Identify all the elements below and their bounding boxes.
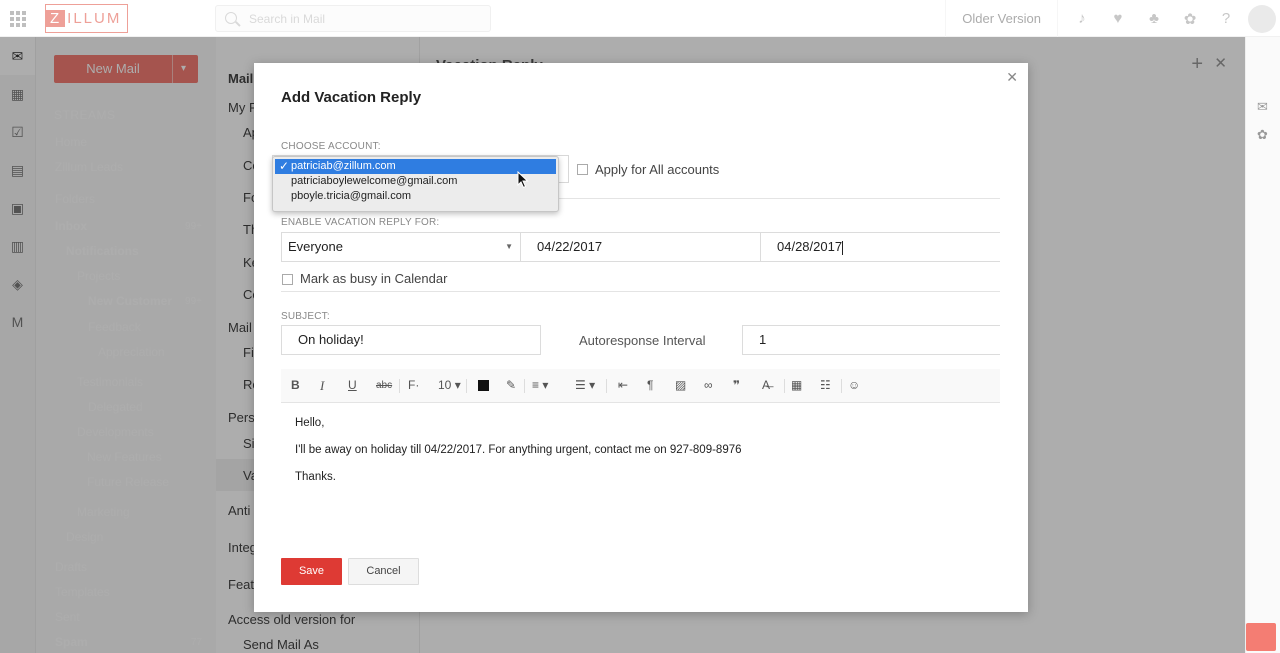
toolbar-separator (841, 379, 842, 393)
mark-busy-label: Mark as busy in Calendar (300, 271, 448, 286)
subject-value: On holiday! (298, 332, 364, 347)
apply-all-label: Apply for All accounts (595, 162, 720, 177)
enable-label: ENABLE VACATION REPLY FOR: (281, 217, 440, 228)
settings-widget-icon[interactable]: ✿ (1257, 127, 1268, 143)
chevron-down-icon: ▼ (505, 242, 513, 251)
chat-icon[interactable] (1246, 623, 1276, 651)
indent-icon[interactable]: ⇤ (618, 378, 628, 392)
account-option[interactable]: patriciaboylewelcome@gmail.com (273, 174, 558, 189)
toolbar-separator (466, 379, 467, 393)
bold-icon[interactable]: B (291, 378, 300, 392)
strikethrough-icon[interactable]: abc (376, 380, 392, 391)
underline-icon[interactable]: U (348, 378, 357, 392)
paragraph-icon[interactable]: ¶ (647, 378, 653, 392)
autoresponse-value: 1 (759, 332, 767, 347)
mark-busy-checkbox[interactable] (282, 274, 293, 285)
from-date-field[interactable]: 04/22/2017 (520, 232, 761, 262)
close-icon[interactable]: ✕ (1006, 69, 1018, 86)
italic-icon[interactable]: I (320, 378, 324, 394)
checkmark-icon: ✓ (279, 159, 290, 173)
text-caret (842, 240, 844, 255)
account-option-label: patriciaboylewelcome@gmail.com (291, 175, 458, 187)
toolbar-separator (399, 379, 400, 393)
audience-value: Everyone (288, 239, 343, 254)
autoresponse-input[interactable]: 1 (742, 325, 1000, 355)
from-date-value: 04/22/2017 (537, 239, 603, 254)
subject-input[interactable]: On holiday! (281, 325, 541, 355)
toolbar-separator (524, 379, 525, 393)
clear-format-icon[interactable]: A̶ (762, 378, 770, 392)
dialog-title: Add Vacation Reply (281, 89, 422, 106)
checklist-icon[interactable]: ☷ (820, 378, 831, 392)
editor-toolbar: B I U abc F· 10 ▾ ✎ ≡ ▾ ☰ ▾ ⇤ ¶ ▨ ∞ ❞ A̶… (281, 369, 1000, 403)
font-size-select[interactable]: 10 ▾ (438, 378, 461, 392)
image-icon[interactable]: ▨ (675, 378, 686, 392)
link-icon[interactable]: ∞ (704, 378, 713, 392)
cancel-button[interactable]: Cancel (348, 558, 419, 585)
choose-account-label: CHOOSE ACCOUNT: (281, 141, 381, 152)
table-icon[interactable]: ▦ (791, 378, 802, 392)
account-option[interactable]: ✓ patriciab@zillum.com (275, 159, 556, 174)
apply-all-checkbox[interactable] (577, 164, 588, 175)
right-rail: ✉ ✿ (1245, 37, 1280, 653)
modal-backdrop-top (0, 0, 1280, 37)
toolbar-separator (784, 379, 785, 393)
toolbar-separator (606, 379, 607, 393)
list-icon[interactable]: ☰ ▾ (575, 378, 595, 392)
account-option-label: patriciab@zillum.com (291, 160, 396, 172)
body-line[interactable]: I'll be away on holiday till 04/22/2017.… (295, 444, 742, 456)
audience-select[interactable]: Everyone ▼ (281, 232, 521, 262)
font-size-value: 10 (438, 378, 452, 392)
text-color-icon[interactable] (478, 380, 489, 391)
mail-widget-icon[interactable]: ✉ (1257, 99, 1268, 115)
subject-label: SUBJECT: (281, 311, 330, 322)
align-icon[interactable]: ≡ ▾ (532, 378, 548, 392)
font-family-icon[interactable]: F· (408, 378, 419, 392)
autoresponse-label: Autoresponse Interval (579, 333, 706, 348)
divider (281, 291, 1000, 292)
to-date-field[interactable]: 04/28/2017 (760, 232, 1000, 262)
account-option-label: pboyle.tricia@gmail.com (291, 190, 411, 202)
to-date-value: 04/28/2017 (777, 239, 843, 254)
account-option[interactable]: pboyle.tricia@gmail.com (273, 189, 558, 204)
body-line[interactable]: Hello, (295, 417, 324, 429)
account-dropdown-list: ✓ patriciab@zillum.com patriciaboylewelc… (272, 156, 559, 212)
save-button[interactable]: Save (281, 558, 342, 585)
vacation-reply-dialog: Add Vacation Reply ✕ CHOOSE ACCOUNT: ✓ p… (254, 63, 1028, 612)
highlight-icon[interactable]: ✎ (506, 378, 516, 392)
emoji-icon[interactable]: ☺ (848, 378, 860, 392)
quote-icon[interactable]: ❞ (733, 378, 740, 392)
body-line[interactable]: Thanks. (295, 471, 336, 483)
